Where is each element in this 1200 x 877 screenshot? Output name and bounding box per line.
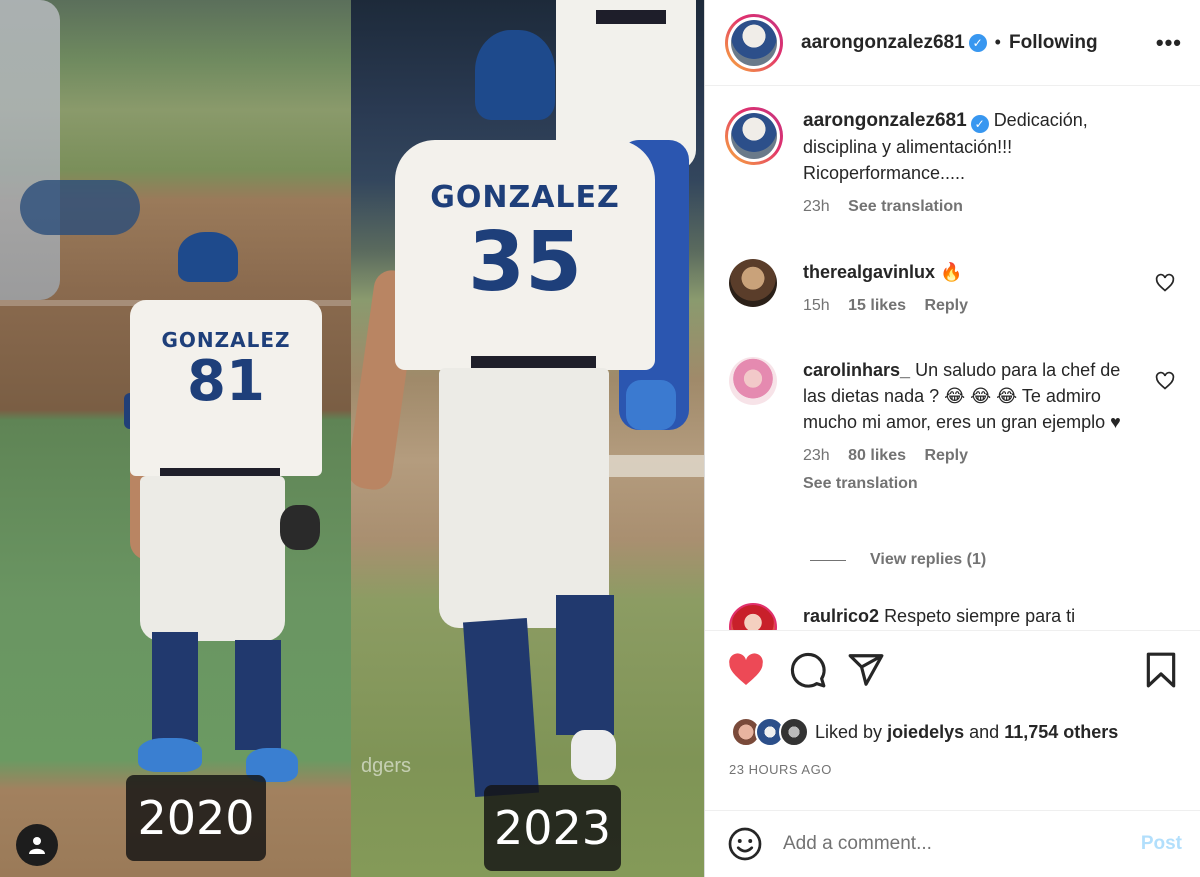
separator: •	[994, 32, 1001, 52]
liker-avatars[interactable]	[731, 717, 811, 747]
commenter-avatar[interactable]	[729, 259, 777, 307]
watermark: dgers	[361, 755, 412, 777]
more-options-icon[interactable]: •••	[1156, 30, 1182, 56]
liked-by-and: and	[969, 721, 1000, 742]
comment-item: therealgavinlux 🔥 15h 15 likes Reply	[729, 259, 1189, 319]
comment-likes[interactable]: 80 likes	[848, 447, 906, 464]
see-translation-link[interactable]: See translation	[848, 198, 963, 215]
caption: aarongonzalez681 ✓ Dedicación, disciplina…	[725, 107, 1123, 220]
avatar[interactable]	[725, 13, 783, 72]
glove	[280, 505, 320, 550]
photo-2020: GONZALEZ 81 2020	[0, 0, 351, 877]
commenter-avatar[interactable]	[729, 603, 777, 630]
caption-avatar[interactable]	[725, 107, 783, 165]
commenter-username[interactable]: raulrico2	[803, 606, 879, 626]
tagged-user-button[interactable]	[16, 824, 58, 866]
commenter-avatar[interactable]	[729, 357, 777, 405]
cap	[178, 232, 238, 282]
bookmark-icon[interactable]	[1142, 651, 1180, 689]
post-button[interactable]: Post	[1141, 833, 1182, 855]
comment-item: carolinhars_ Un saludo para la chef de l…	[729, 357, 1189, 497]
add-comment-bar: Post	[705, 810, 1200, 877]
comment-time: 23h	[803, 447, 830, 464]
comment-time: 15h	[803, 297, 830, 314]
jersey-2023: GONZALEZ 35	[395, 140, 655, 370]
commenter-username[interactable]: therealgavinlux	[803, 262, 935, 282]
jersey-name: GONZALEZ	[430, 180, 620, 215]
liked-by-others[interactable]: 11,754 others	[1004, 722, 1118, 743]
comment-item: raulrico2 Respeto siempre para ti	[729, 603, 1189, 630]
post-timestamp[interactable]: 23 HOURS AGO	[729, 762, 832, 777]
reply-button[interactable]: Reply	[924, 297, 968, 314]
umpire-figure	[0, 0, 60, 300]
commenter-username[interactable]: carolinhars_	[803, 360, 910, 380]
caption-time: 23h	[803, 198, 830, 215]
liked-by-user[interactable]: joiedelys	[887, 722, 964, 743]
likes-summary: Liked by joiedelys and 11,754 others	[731, 717, 1118, 747]
post-header: aarongonzalez681 ✓ • Following •••	[705, 0, 1200, 86]
comments-list[interactable]: aarongonzalez681 ✓ Dedicación, disciplina…	[705, 87, 1200, 630]
header-username[interactable]: aarongonzalez681	[801, 32, 965, 54]
post-actions: Liked by joiedelys and 11,754 others 23 …	[705, 630, 1200, 810]
jersey-2020: GONZALEZ 81	[130, 300, 322, 476]
view-replies-label: View replies (1)	[870, 551, 987, 568]
verified-icon: ✓	[968, 33, 987, 52]
comment-text: 🔥	[940, 262, 963, 282]
share-icon[interactable]	[847, 651, 885, 689]
like-comment-icon[interactable]	[1155, 273, 1175, 293]
year-label-2020: 2020	[126, 775, 266, 861]
reply-button[interactable]: Reply	[924, 447, 968, 464]
post-sidebar: aarongonzalez681 ✓ • Following ••• aaron…	[704, 0, 1200, 877]
see-translation-link[interactable]: See translation	[803, 475, 918, 492]
comment-text: Respeto siempre para ti	[884, 606, 1076, 626]
post-media[interactable]: GONZALEZ 81 2020 GONZALEZ 35 2023 dgers	[0, 0, 704, 877]
jersey-number: 81	[187, 349, 265, 414]
emoji-icon[interactable]	[727, 826, 763, 862]
year-label-2023: 2023	[484, 785, 621, 871]
cap	[475, 30, 555, 120]
liked-by-prefix: Liked by	[815, 721, 883, 742]
caption-username[interactable]: aarongonzalez681	[803, 110, 967, 131]
comment-icon[interactable]	[789, 651, 827, 689]
following-button[interactable]: Following	[1009, 32, 1098, 54]
photo-2023: GONZALEZ 35 2023	[351, 0, 704, 877]
verified-icon: ✓	[970, 115, 989, 133]
comment-input[interactable]	[783, 833, 1141, 855]
jersey-number: 35	[467, 215, 583, 310]
view-replies-button[interactable]: View replies (1)	[810, 551, 986, 569]
like-heart-icon[interactable]	[727, 651, 765, 689]
catcher-figure	[20, 180, 140, 235]
like-comment-icon[interactable]	[1155, 371, 1175, 391]
user-icon	[29, 837, 45, 854]
comment-likes[interactable]: 15 likes	[848, 297, 906, 314]
